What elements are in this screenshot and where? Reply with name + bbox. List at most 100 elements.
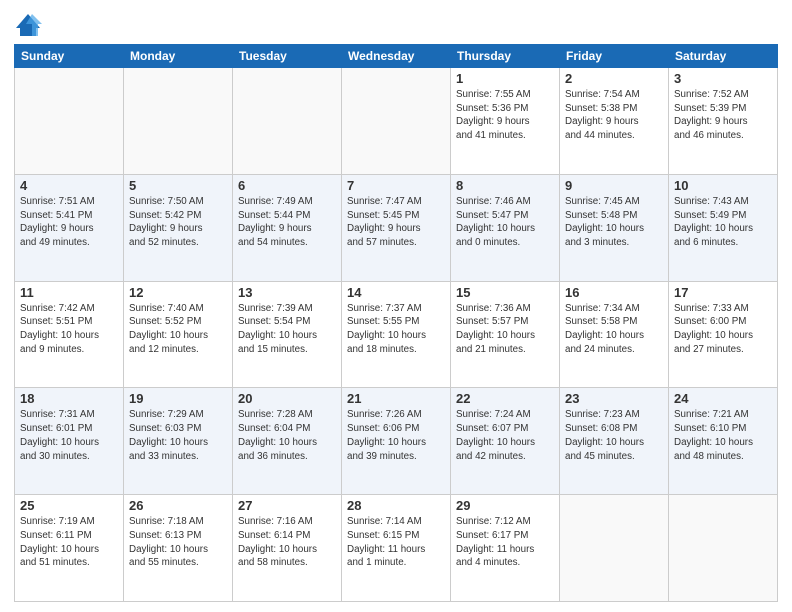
weekday-header-monday: Monday bbox=[124, 45, 233, 68]
day-number: 6 bbox=[238, 178, 336, 193]
calendar-cell: 15Sunrise: 7:36 AM Sunset: 5:57 PM Dayli… bbox=[451, 281, 560, 388]
calendar-cell: 22 Sunrise: 7:24 AM Sunset: 6:07 PM Dayli… bbox=[451, 388, 560, 495]
day-number: 3 bbox=[674, 71, 772, 86]
day-info: Sunrise: 7:24 AM Sunset: 6:07 PM Dayligh… bbox=[456, 408, 554, 463]
day-number: 18 bbox=[20, 391, 118, 406]
day-info: Sunrise: 7:45 AM Sunset: 5:48 PM Dayligh… bbox=[565, 195, 663, 250]
day-number: 22 bbox=[456, 391, 554, 406]
day-info: Sunrise: 7:14 AM Sunset: 6:15 PM Dayligh… bbox=[347, 515, 445, 570]
calendar-cell: 10 Sunrise: 7:43 AM Sunset: 5:49 PM Dayli… bbox=[669, 174, 778, 281]
day-info: Sunrise: 7:49 AM Sunset: 5:44 PM Dayligh… bbox=[238, 195, 336, 250]
calendar-cell: 9 Sunrise: 7:45 AM Sunset: 5:48 PM Daylig… bbox=[560, 174, 669, 281]
weekday-header-row: SundayMondayTuesdayWednesdayThursdayFrid… bbox=[15, 45, 778, 68]
calendar-cell: 14Sunrise: 7:37 AM Sunset: 5:55 PM Dayli… bbox=[342, 281, 451, 388]
day-info: Sunrise: 7:51 AM Sunset: 5:41 PM Dayligh… bbox=[20, 195, 118, 250]
day-info: Sunrise: 7:46 AM Sunset: 5:47 PM Dayligh… bbox=[456, 195, 554, 250]
day-info: Sunrise: 7:18 AM Sunset: 6:13 PM Dayligh… bbox=[129, 515, 227, 570]
day-info: Sunrise: 7:31 AM Sunset: 6:01 PM Dayligh… bbox=[20, 408, 118, 463]
week-row-2: 11 Sunrise: 7:42 AM Sunset: 5:51 PM Dayli… bbox=[15, 281, 778, 388]
day-info: Sunrise: 7:28 AM Sunset: 6:04 PM Dayligh… bbox=[238, 408, 336, 463]
day-info: Sunrise: 7:47 AM Sunset: 5:45 PM Dayligh… bbox=[347, 195, 445, 250]
day-info: Sunrise: 7:50 AM Sunset: 5:42 PM Dayligh… bbox=[129, 195, 227, 250]
weekday-header-friday: Friday bbox=[560, 45, 669, 68]
calendar-cell: 11 Sunrise: 7:42 AM Sunset: 5:51 PM Dayli… bbox=[15, 281, 124, 388]
calendar-cell: 12Sunrise: 7:40 AM Sunset: 5:52 PM Dayli… bbox=[124, 281, 233, 388]
day-info: Sunrise: 7:26 AM Sunset: 6:06 PM Dayligh… bbox=[347, 408, 445, 463]
day-number: 1 bbox=[456, 71, 554, 86]
day-info: Sunrise: 7:39 AM Sunset: 5:54 PM Dayligh… bbox=[238, 302, 336, 357]
calendar-cell: 2Sunrise: 7:54 AM Sunset: 5:38 PM Daylig… bbox=[560, 68, 669, 175]
calendar-cell: 3 Sunrise: 7:52 AM Sunset: 5:39 PM Daylig… bbox=[669, 68, 778, 175]
weekday-header-wednesday: Wednesday bbox=[342, 45, 451, 68]
calendar-cell: 19 Sunrise: 7:29 AM Sunset: 6:03 PM Dayli… bbox=[124, 388, 233, 495]
logo bbox=[14, 10, 46, 38]
day-number: 23 bbox=[565, 391, 663, 406]
calendar-cell: 16 Sunrise: 7:34 AM Sunset: 5:58 PM Dayli… bbox=[560, 281, 669, 388]
calendar-cell: 26 Sunrise: 7:18 AM Sunset: 6:13 PM Dayli… bbox=[124, 495, 233, 602]
day-number: 10 bbox=[674, 178, 772, 193]
day-number: 11 bbox=[20, 285, 118, 300]
day-info: Sunrise: 7:34 AM Sunset: 5:58 PM Dayligh… bbox=[565, 302, 663, 357]
weekday-header-saturday: Saturday bbox=[669, 45, 778, 68]
day-number: 8 bbox=[456, 178, 554, 193]
day-number: 16 bbox=[565, 285, 663, 300]
calendar-cell: 18 Sunrise: 7:31 AM Sunset: 6:01 PM Dayli… bbox=[15, 388, 124, 495]
day-number: 20 bbox=[238, 391, 336, 406]
day-info: Sunrise: 7:42 AM Sunset: 5:51 PM Dayligh… bbox=[20, 302, 118, 357]
day-number: 28 bbox=[347, 498, 445, 513]
calendar-cell: 27 Sunrise: 7:16 AM Sunset: 6:14 PM Dayli… bbox=[233, 495, 342, 602]
calendar-cell: 4Sunrise: 7:51 AM Sunset: 5:41 PM Daylig… bbox=[15, 174, 124, 281]
calendar-cell: 24 Sunrise: 7:21 AM Sunset: 6:10 PM Dayli… bbox=[669, 388, 778, 495]
day-info: Sunrise: 7:29 AM Sunset: 6:03 PM Dayligh… bbox=[129, 408, 227, 463]
calendar-cell: 13 Sunrise: 7:39 AM Sunset: 5:54 PM Dayli… bbox=[233, 281, 342, 388]
day-info: Sunrise: 7:23 AM Sunset: 6:08 PM Dayligh… bbox=[565, 408, 663, 463]
calendar-cell bbox=[342, 68, 451, 175]
calendar-cell: 21 Sunrise: 7:26 AM Sunset: 6:06 PM Dayli… bbox=[342, 388, 451, 495]
day-number: 14 bbox=[347, 285, 445, 300]
calendar-cell bbox=[15, 68, 124, 175]
day-number: 7 bbox=[347, 178, 445, 193]
calendar-cell bbox=[233, 68, 342, 175]
day-info: Sunrise: 7:33 AM Sunset: 6:00 PM Dayligh… bbox=[674, 302, 772, 357]
calendar-cell: 23 Sunrise: 7:23 AM Sunset: 6:08 PM Dayli… bbox=[560, 388, 669, 495]
calendar-cell: 28 Sunrise: 7:14 AM Sunset: 6:15 PM Dayli… bbox=[342, 495, 451, 602]
calendar-cell: 17 Sunrise: 7:33 AM Sunset: 6:00 PM Dayli… bbox=[669, 281, 778, 388]
calendar-cell: 29 Sunrise: 7:12 AM Sunset: 6:17 PM Dayli… bbox=[451, 495, 560, 602]
day-info: Sunrise: 7:52 AM Sunset: 5:39 PM Dayligh… bbox=[674, 88, 772, 143]
calendar-cell: 5 Sunrise: 7:50 AM Sunset: 5:42 PM Daylig… bbox=[124, 174, 233, 281]
day-number: 21 bbox=[347, 391, 445, 406]
calendar-cell: 1Sunrise: 7:55 AM Sunset: 5:36 PM Daylig… bbox=[451, 68, 560, 175]
day-number: 27 bbox=[238, 498, 336, 513]
week-row-3: 18 Sunrise: 7:31 AM Sunset: 6:01 PM Dayli… bbox=[15, 388, 778, 495]
calendar-cell: 7 Sunrise: 7:47 AM Sunset: 5:45 PM Daylig… bbox=[342, 174, 451, 281]
weekday-header-thursday: Thursday bbox=[451, 45, 560, 68]
day-info: Sunrise: 7:21 AM Sunset: 6:10 PM Dayligh… bbox=[674, 408, 772, 463]
page: SundayMondayTuesdayWednesdayThursdayFrid… bbox=[0, 0, 792, 612]
calendar-cell: 20 Sunrise: 7:28 AM Sunset: 6:04 PM Dayli… bbox=[233, 388, 342, 495]
day-number: 5 bbox=[129, 178, 227, 193]
day-number: 19 bbox=[129, 391, 227, 406]
day-number: 15 bbox=[456, 285, 554, 300]
week-row-4: 25Sunrise: 7:19 AM Sunset: 6:11 PM Dayli… bbox=[15, 495, 778, 602]
calendar-cell: 8 Sunrise: 7:46 AM Sunset: 5:47 PM Daylig… bbox=[451, 174, 560, 281]
day-number: 13 bbox=[238, 285, 336, 300]
calendar-cell: 6 Sunrise: 7:49 AM Sunset: 5:44 PM Daylig… bbox=[233, 174, 342, 281]
weekday-header-tuesday: Tuesday bbox=[233, 45, 342, 68]
day-number: 26 bbox=[129, 498, 227, 513]
day-info: Sunrise: 7:40 AM Sunset: 5:52 PM Dayligh… bbox=[129, 302, 227, 357]
day-number: 2 bbox=[565, 71, 663, 86]
header bbox=[14, 10, 778, 38]
calendar-cell bbox=[124, 68, 233, 175]
calendar-cell bbox=[560, 495, 669, 602]
calendar-cell bbox=[669, 495, 778, 602]
calendar-table: SundayMondayTuesdayWednesdayThursdayFrid… bbox=[14, 44, 778, 602]
day-number: 24 bbox=[674, 391, 772, 406]
day-info: Sunrise: 7:16 AM Sunset: 6:14 PM Dayligh… bbox=[238, 515, 336, 570]
logo-icon bbox=[14, 10, 42, 38]
day-number: 9 bbox=[565, 178, 663, 193]
day-number: 29 bbox=[456, 498, 554, 513]
day-info: Sunrise: 7:43 AM Sunset: 5:49 PM Dayligh… bbox=[674, 195, 772, 250]
day-number: 17 bbox=[674, 285, 772, 300]
calendar-cell: 25Sunrise: 7:19 AM Sunset: 6:11 PM Dayli… bbox=[15, 495, 124, 602]
day-info: Sunrise: 7:12 AM Sunset: 6:17 PM Dayligh… bbox=[456, 515, 554, 570]
